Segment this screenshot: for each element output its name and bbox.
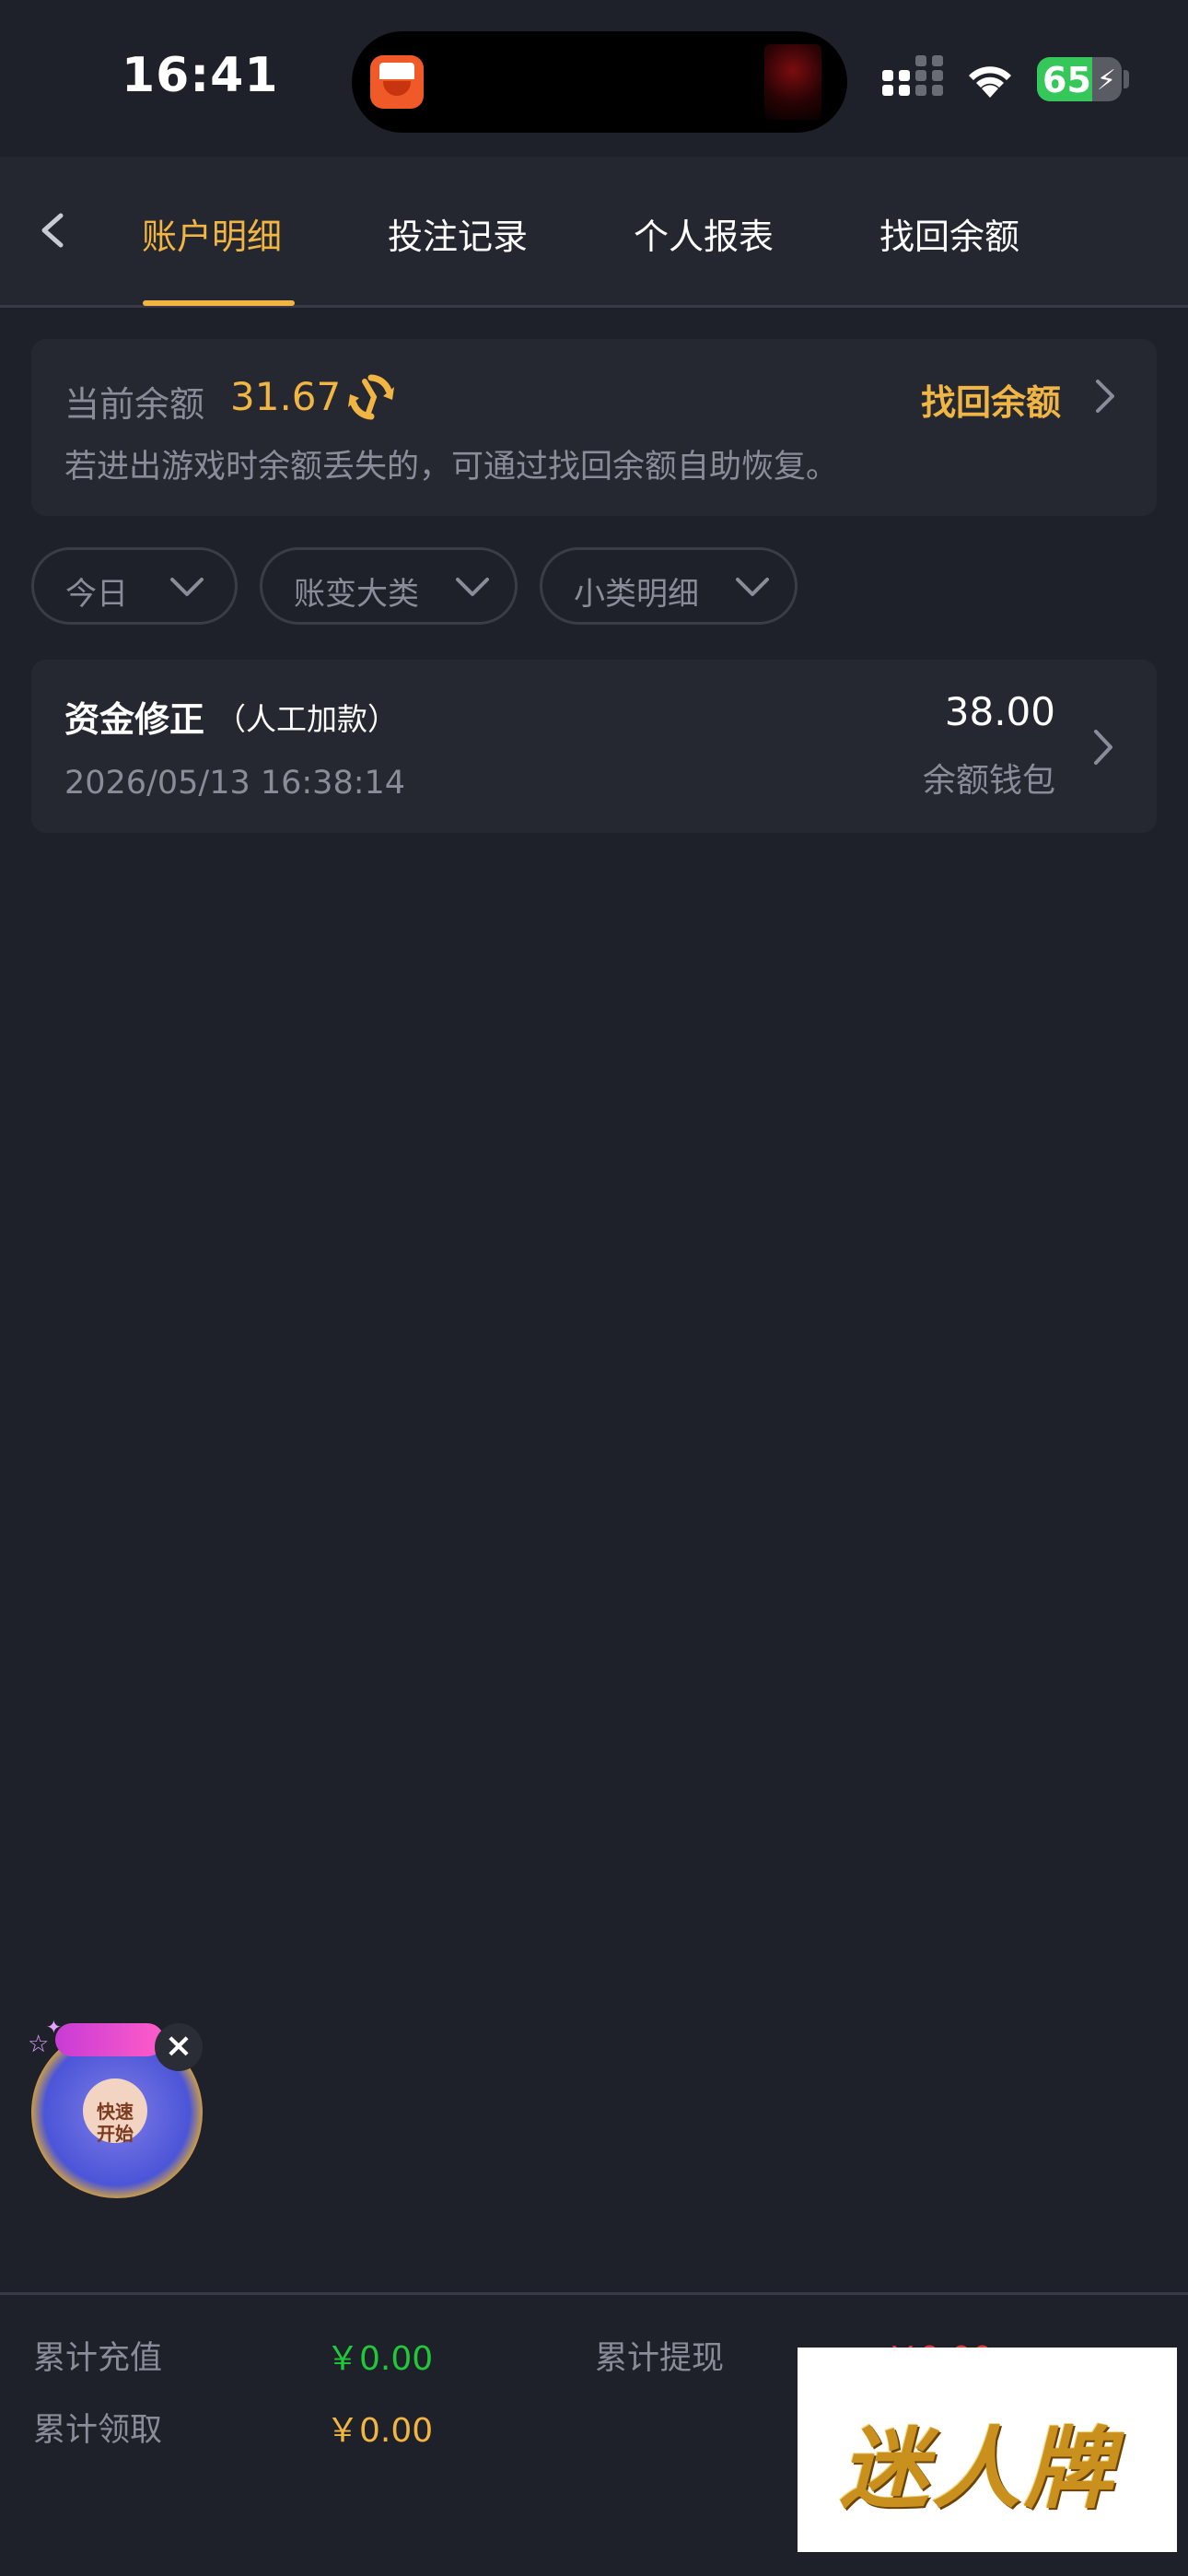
record-amount: 38.00 [944,689,1055,734]
tab-account-details[interactable]: 账户明细 [142,208,282,259]
filter-date-label: 今日 [65,576,128,613]
status-time: 16:41 [122,48,279,103]
top-nav: 账户明细 投注记录 个人报表 找回余额 [0,157,1188,308]
filter-subcategory[interactable]: 小类明细 [540,547,798,625]
record-wallet: 余额钱包 [922,762,1055,800]
active-tab-indicator [143,300,295,306]
total-withdraw-label: 累计提现 [595,2340,725,2377]
chevron-down-icon [736,578,769,596]
cellular-signal-icon [882,55,943,101]
chevron-down-icon [456,578,489,596]
filter-date[interactable]: 今日 [31,547,238,625]
wifi-icon [969,66,1011,98]
dynamic-island [352,31,847,133]
balance-label: 当前余额 [64,384,205,425]
total-recharge-value: ￥0.00 [326,2340,434,2378]
battery-percent: 65 [1042,60,1091,100]
list-item[interactable]: 资金修正 （人工加款） 2026/05/13 16:38:14 38.00 余额… [31,660,1157,833]
wheel-start-text[interactable]: 快速开始 [92,2101,138,2145]
bolt-icon: ⚡ [1096,64,1116,97]
filter-category[interactable]: 账变大类 [260,547,518,625]
recover-balance-link[interactable]: 找回余额 [921,374,1061,425]
app-icon [370,55,424,109]
record-title: 资金修正 [64,699,205,740]
battery-cap [1124,70,1129,88]
watermark-text: 迷人牌 [840,2418,1116,2521]
record-subtitle: （人工加款） [215,701,398,737]
close-icon[interactable]: × [155,2023,203,2071]
chevron-right-icon[interactable] [1087,724,1120,770]
chevron-right-icon[interactable] [1089,376,1122,416]
total-claim-value: ￥0.00 [326,2412,434,2450]
media-thumbnail [764,44,821,120]
watermark-logo: 迷人牌 [798,2348,1177,2552]
back-arrow-icon[interactable] [28,203,83,258]
refresh-icon[interactable] [346,372,396,422]
battery-charging-icon: 65 ⚡ [1037,57,1122,101]
balance-note: 若进出游戏时余额丢失的，可通过找回余额自助恢复。 [64,449,839,486]
status-bar: 16:41 65 ⚡ [0,0,1188,157]
star-icon: ✦ [46,2016,62,2038]
record-time: 2026/05/13 16:38:14 [64,765,406,802]
filter-category-label: 账变大类 [294,576,419,613]
tab-personal-report[interactable]: 个人报表 [634,208,774,259]
filter-subcategory-label: 小类明细 [574,576,699,613]
total-claim-label: 累计领取 [33,2412,163,2449]
tab-bet-records[interactable]: 投注记录 [388,208,528,259]
balance-card: 当前余额 31.67 找回余额 若进出游戏时余额丢失的，可通过找回余额自助恢复。 [31,339,1157,516]
chevron-down-icon [170,578,204,596]
total-recharge-label: 累计充值 [33,2340,163,2377]
tab-recover-balance[interactable]: 找回余额 [879,208,1019,259]
balance-value: 31.67 [230,374,342,419]
wheel-banner [55,2023,164,2056]
